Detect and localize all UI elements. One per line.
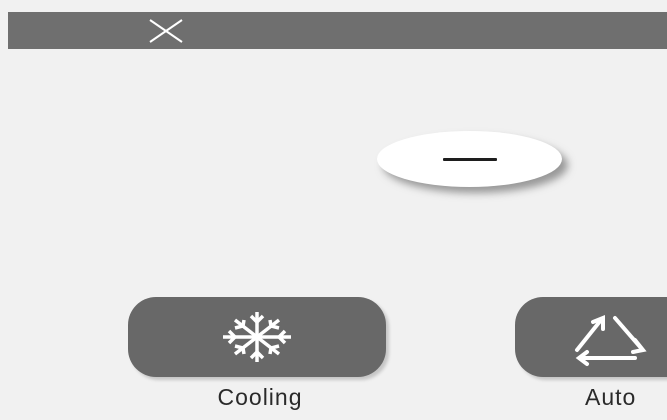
mode-auto-button[interactable] (515, 297, 667, 377)
mode-cooling-label: Cooling (217, 384, 303, 410)
mode-cooling-button[interactable] (128, 297, 386, 377)
auto-cycle-icon (575, 315, 647, 366)
close-button[interactable] (134, 12, 198, 49)
top-bar (8, 12, 667, 49)
minus-icon (442, 157, 497, 161)
decrease-button[interactable] (377, 131, 562, 187)
close-icon (149, 18, 183, 43)
snowflake-icon (223, 312, 291, 362)
ac-control-screen: Cooling Auto (0, 0, 667, 420)
mode-auto-label: Auto (585, 384, 637, 410)
